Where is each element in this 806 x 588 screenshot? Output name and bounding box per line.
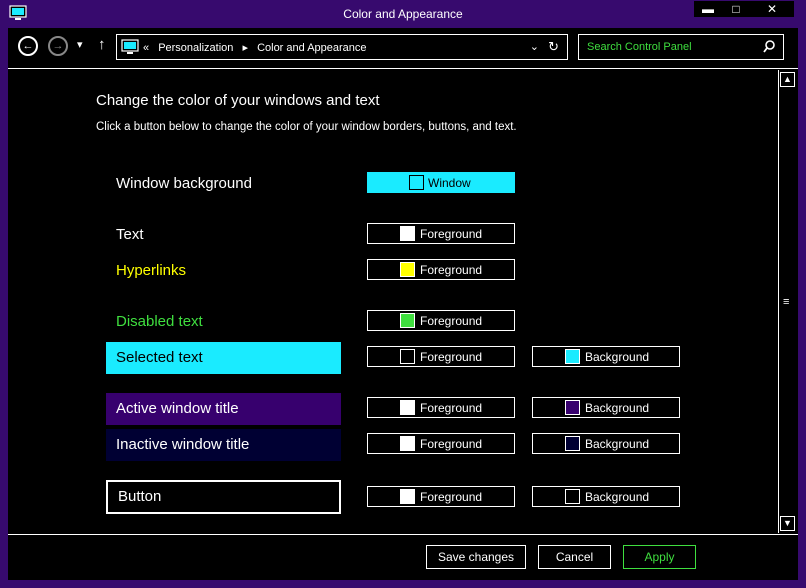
color-swatch	[409, 175, 424, 190]
color-swatch	[400, 436, 415, 451]
minimize-button[interactable]: ▬	[694, 1, 722, 17]
button-label: Background	[585, 350, 650, 364]
page-title: Change the color of your windows and tex…	[96, 92, 380, 109]
window-controls: ▬ □ ✕	[694, 1, 794, 17]
maximize-button[interactable]: □	[722, 1, 750, 17]
scroll-down-button[interactable]: ▼	[780, 516, 795, 531]
button-background-button[interactable]: Background	[532, 486, 680, 507]
title-bar[interactable]: Color and Appearance ▬ □ ✕	[0, 0, 806, 28]
search-placeholder: Search Control Panel	[587, 41, 692, 53]
selected-text-background-button[interactable]: Background	[532, 346, 680, 367]
color-swatch	[400, 262, 415, 277]
label-window-background: Window background	[116, 175, 252, 192]
vertical-scrollbar[interactable]: ▲ ≡ ▼	[778, 70, 795, 533]
navigation-bar: ← → ▾ ↑ « Personalization ▸ Color and Ap…	[8, 28, 798, 66]
search-input[interactable]: Search Control Panel	[578, 34, 784, 60]
label-inactive-window-title: Inactive window title	[106, 429, 341, 461]
button-label: Window	[428, 176, 471, 190]
breadcrumb-item-personalization[interactable]: Personalization	[158, 42, 233, 54]
scroll-up-button[interactable]: ▲	[780, 72, 795, 87]
control-panel-icon	[121, 39, 139, 54]
search-icon[interactable]	[763, 40, 775, 54]
apply-button[interactable]: Apply	[623, 545, 696, 569]
inactive-title-foreground-button[interactable]: Foreground	[367, 433, 515, 454]
color-settings-panel: Change the color of your windows and tex…	[8, 70, 778, 532]
breadcrumb-separator[interactable]: ▸	[242, 42, 248, 54]
active-title-foreground-button[interactable]: Foreground	[367, 397, 515, 418]
window-background-color-button[interactable]: Window	[367, 172, 515, 193]
button-label: Foreground	[420, 437, 483, 451]
close-button[interactable]: ✕	[750, 1, 794, 17]
color-swatch	[400, 489, 415, 504]
up-button[interactable]: ↑	[98, 36, 106, 53]
active-title-background-button[interactable]: Background	[532, 397, 680, 418]
text-foreground-button[interactable]: Foreground	[367, 223, 515, 244]
button-label: Foreground	[420, 227, 483, 241]
label-button: Button	[106, 480, 341, 514]
navbar-divider	[8, 68, 798, 69]
label-active-window-title: Active window title	[106, 393, 341, 425]
color-swatch	[565, 489, 580, 504]
page-description: Click a button below to change the color…	[96, 121, 517, 133]
chevron-down-icon[interactable]: ⌄	[530, 40, 539, 53]
button-label: Foreground	[420, 490, 483, 504]
save-changes-button[interactable]: Save changes	[426, 545, 526, 569]
refresh-icon[interactable]: ↻	[548, 39, 559, 55]
button-label: Foreground	[420, 314, 483, 328]
selected-text-foreground-button[interactable]: Foreground	[367, 346, 515, 367]
forward-button[interactable]: →	[48, 36, 68, 56]
label-hyperlinks: Hyperlinks	[116, 262, 187, 279]
label-text: Text	[116, 226, 144, 243]
back-button[interactable]: ←	[18, 36, 38, 56]
button-foreground-button[interactable]: Foreground	[367, 486, 515, 507]
window-title: Color and Appearance	[343, 7, 463, 21]
client-area: ← → ▾ ↑ « Personalization ▸ Color and Ap…	[8, 28, 798, 580]
address-bar[interactable]: « Personalization ▸ Color and Appearance…	[116, 34, 568, 60]
scroll-thumb-grip-icon[interactable]: ≡	[783, 296, 789, 308]
button-label: Background	[585, 401, 650, 415]
breadcrumb-item-color-appearance[interactable]: Color and Appearance	[257, 42, 366, 54]
color-swatch	[400, 400, 415, 415]
button-label: Background	[585, 437, 650, 451]
cancel-button[interactable]: Cancel	[538, 545, 611, 569]
inactive-title-background-button[interactable]: Background	[532, 433, 680, 454]
color-swatch	[565, 436, 580, 451]
button-label: Foreground	[420, 350, 483, 364]
label-selected-text: Selected text	[106, 342, 341, 374]
color-swatch	[565, 349, 580, 364]
recent-pages-button[interactable]: ▾	[77, 38, 83, 51]
color-swatch	[565, 400, 580, 415]
breadcrumb-overflow-button[interactable]: «	[143, 42, 149, 54]
color-appearance-window: Color and Appearance ▬ □ ✕ ← → ▾ ↑ « Per…	[0, 0, 806, 588]
color-swatch	[400, 226, 415, 241]
button-label: Background	[585, 490, 650, 504]
footer-divider	[8, 534, 798, 535]
breadcrumb: « Personalization ▸ Color and Appearance	[143, 41, 373, 54]
label-disabled-text: Disabled text	[116, 313, 203, 330]
button-label: Foreground	[420, 263, 483, 277]
button-label: Foreground	[420, 401, 483, 415]
color-swatch	[400, 313, 415, 328]
hyperlinks-foreground-button[interactable]: Foreground	[367, 259, 515, 280]
color-swatch	[400, 349, 415, 364]
disabled-text-foreground-button[interactable]: Foreground	[367, 310, 515, 331]
